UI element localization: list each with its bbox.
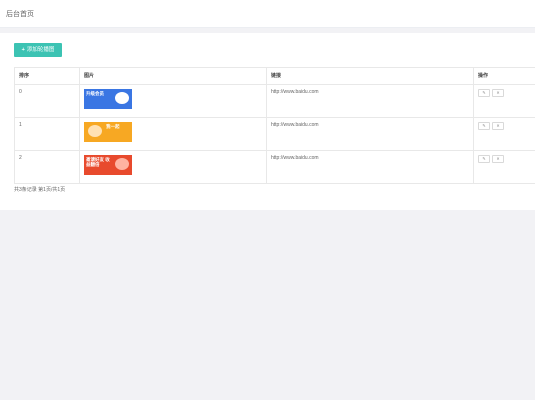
table-row: 2 邀请好友 收益翻倍 http://www.baidu.com ✎ ✕: [14, 150, 535, 184]
page-title: 后台首页: [6, 11, 34, 18]
actions-cell: ✎ ✕: [473, 84, 535, 118]
image-cell: 升级会员: [79, 84, 267, 118]
link-cell: http://www.baidu.com: [266, 84, 474, 118]
banner-graphic: [115, 158, 129, 170]
edit-button[interactable]: ✎: [478, 89, 490, 97]
edit-button[interactable]: ✎: [478, 122, 490, 130]
edit-button[interactable]: ✎: [478, 155, 490, 163]
column-header-image: 图片: [79, 67, 267, 85]
link-cell: http://www.baidu.com: [266, 150, 474, 184]
add-banner-label: 添加轮播图: [26, 47, 55, 53]
banner-graphic: [115, 92, 129, 104]
column-header-order: 排序: [14, 67, 80, 85]
link-cell: http://www.baidu.com: [266, 117, 474, 151]
close-icon: ✕: [496, 123, 500, 128]
pagination-summary: 共3条记录 第1页/共1页: [14, 187, 66, 193]
pencil-icon: ✎: [482, 156, 486, 161]
image-cell: 我一起: [79, 117, 267, 151]
order-cell: 1: [14, 117, 80, 151]
table-header-row: 排序 图片 链接 操作: [14, 67, 535, 85]
table-row: 0 升级会员 http://www.baidu.com ✎ ✕: [14, 84, 535, 118]
column-header-actions: 操作: [473, 67, 535, 85]
add-banner-button[interactable]: + 添加轮播图: [14, 43, 62, 57]
banner-thumbnail[interactable]: 邀请好友 收益翻倍: [84, 155, 132, 175]
table-row: 1 我一起 http://www.baidu.com ✎ ✕: [14, 117, 535, 151]
plus-icon: +: [21, 47, 25, 53]
banner-thumbnail[interactable]: 升级会员: [84, 89, 132, 109]
actions-cell: ✎ ✕: [473, 117, 535, 151]
close-icon: ✕: [496, 156, 500, 161]
order-cell: 0: [14, 84, 80, 118]
pencil-icon: ✎: [482, 90, 486, 95]
banner-graphic: [88, 125, 102, 137]
banner-thumbnail[interactable]: 我一起: [84, 122, 132, 142]
top-bar: 后台首页: [0, 0, 535, 28]
pencil-icon: ✎: [482, 123, 486, 128]
banner-table: 排序 图片 链接 操作 0 升级会员 http://www.baidu.com …: [14, 67, 535, 184]
order-cell: 2: [14, 150, 80, 184]
delete-button[interactable]: ✕: [492, 122, 504, 130]
delete-button[interactable]: ✕: [492, 89, 504, 97]
banner-caption: 邀请好友 收益翻倍: [86, 157, 110, 167]
banner-caption: 升级会员: [86, 91, 104, 96]
image-cell: 邀请好友 收益翻倍: [79, 150, 267, 184]
banner-caption: 我一起: [106, 124, 120, 129]
close-icon: ✕: [496, 90, 500, 95]
actions-cell: ✎ ✕: [473, 150, 535, 184]
delete-button[interactable]: ✕: [492, 155, 504, 163]
column-header-link: 链接: [266, 67, 474, 85]
